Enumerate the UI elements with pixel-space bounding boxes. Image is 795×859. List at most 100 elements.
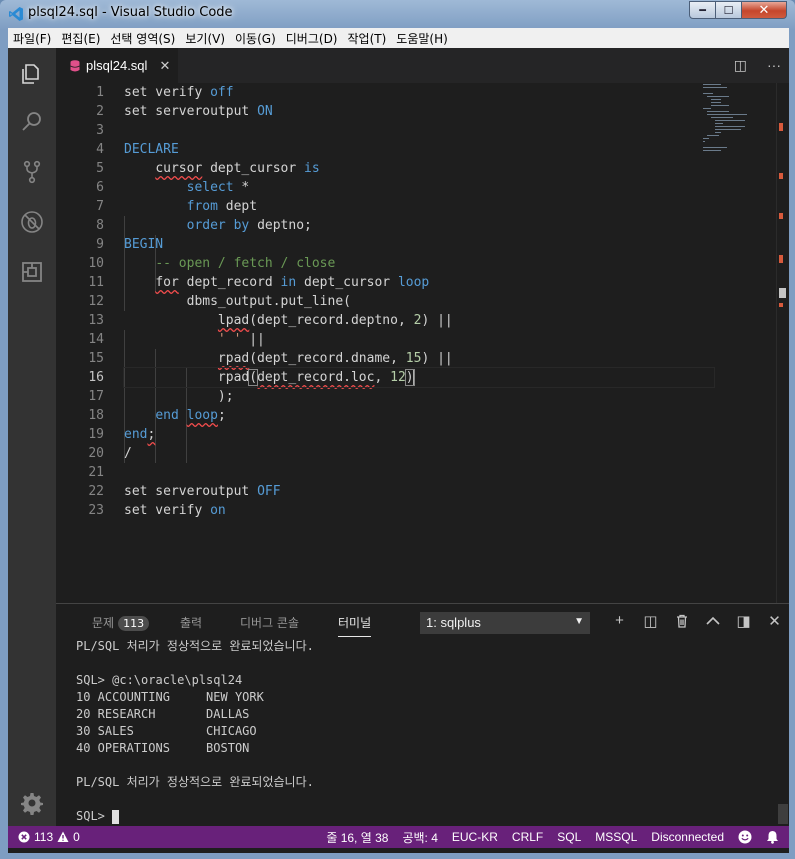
line-number: 8 [96,218,104,233]
maximize-button[interactable]: ☐ [716,1,742,19]
connection-status[interactable]: Disconnected [651,830,724,844]
title-bar[interactable]: plsql24.sql - Visual Studio Code ━ ☐ ✕ [0,0,795,28]
database-file-icon [70,59,80,71]
error-icon [18,831,30,843]
feedback-smiley-icon[interactable] [738,830,752,845]
problems-status[interactable]: 113 0 [8,830,80,844]
text-cursor [412,370,415,385]
tab-close-icon[interactable]: ✕ [159,58,170,74]
menu-go[interactable]: 이동(G) [230,30,281,47]
code-line: set verify on [124,503,226,518]
code-line: end; [124,427,156,442]
editor-tabs-bar: plsql24.sql ✕ ◫ ··· [56,48,789,83]
toggle-panel-icon[interactable]: ◨ [728,612,759,630]
line-number: 6 [96,180,104,195]
debug-icon[interactable] [20,210,44,234]
code-line: order by deptno; [186,218,312,233]
menu-view[interactable]: 보기(V) [180,30,230,47]
error-count: 113 [34,830,54,844]
terminal-line: 10 ACCOUNTING NEW YORK [76,690,264,704]
code-line: from dept [186,199,258,214]
split-terminal-icon[interactable]: ◫ [635,612,666,630]
line-number: 22 [88,484,104,499]
settings-gear-icon[interactable] [20,792,44,816]
code-line: BEGIN [124,237,164,252]
line-number: 17 [88,389,104,404]
tab-problems[interactable]: 문제 113 [92,614,150,631]
menu-help[interactable]: 도움말(H) [391,30,453,47]
tab-output[interactable]: 출력 [180,614,202,631]
terminal-line: 20 RESEARCH DALLAS [76,707,250,721]
bottom-panel: 문제 113 출력 디버그 콘솔 터미널 1: sqlplus ▼ + ◫ ◨ … [56,603,789,826]
notifications-bell-icon[interactable] [766,830,779,845]
line-number: 4 [96,142,104,157]
maximize-panel-icon[interactable] [697,612,728,630]
menu-debug[interactable]: 디버그(D) [281,30,343,47]
menu-tasks[interactable]: 작업(T) [343,30,392,47]
cursor-position[interactable]: 줄 16, 열 38 [326,829,388,846]
code-editor[interactable]: 1 2 3 4 5 6 7 8 9 10 11 12 13 14 15 16 1… [56,83,789,603]
line-number: 19 [88,427,104,442]
terminal-cursor [112,809,120,824]
more-actions-icon[interactable]: ··· [767,57,781,74]
split-editor-icon[interactable]: ◫ [734,57,747,74]
code-line: set verify off [124,85,234,100]
trash-icon[interactable] [666,612,697,630]
search-icon[interactable] [20,110,44,134]
vscode-workbench: plsql24.sql ✕ ◫ ··· 1 2 3 4 5 6 7 8 9 10… [8,48,789,853]
terminal-select[interactable]: 1: sqlplus ▼ [420,612,590,634]
explorer-icon[interactable] [20,62,44,86]
code-line: -- open / fetch / close [155,256,336,271]
terminal-line: 30 SALES CHICAGO [76,724,257,738]
status-bar: 113 0 줄 16, 열 38 공백: 4 EUC-KR CRLF SQL M… [8,826,789,848]
line-number: 1 [96,85,104,100]
tab-terminal[interactable]: 터미널 [338,614,372,637]
line-number: 14 [88,332,104,347]
new-terminal-icon[interactable]: + [604,612,635,630]
end-of-line[interactable]: CRLF [512,830,543,844]
minimize-button[interactable]: ━ [689,1,716,19]
tab-debug-console[interactable]: 디버그 콘솔 [240,614,299,631]
menu-file[interactable]: 파일(F) [8,30,56,47]
terminal-prompt-line: SQL> [76,808,766,825]
problems-count-badge: 113 [118,616,150,631]
menu-edit[interactable]: 편집(E) [56,30,105,47]
code-lines: set verify off set serveroutput ON DECLA… [123,83,715,520]
terminal-line: SQL> @c:\oracle\plsql24 [76,673,243,687]
line-number: 9 [96,237,104,252]
code-line: set serveroutput ON [124,104,273,119]
indentation[interactable]: 공백: 4 [402,829,437,846]
terminal-output[interactable]: PL/SQL 처리가 정상적으로 완료되었습니다. SQL> @c:\oracl… [76,638,766,825]
line-number-active: 16 [88,370,104,385]
extensions-icon[interactable] [20,260,44,284]
code-line: end loop; [155,408,226,423]
code-line: rpad(dept_record.dname, 15) || [217,351,453,366]
terminal-scrollbar[interactable] [778,804,788,824]
encoding[interactable]: EUC-KR [452,830,498,844]
editor-vertical-scrollbar[interactable] [776,83,789,603]
menu-selection[interactable]: 선택 영역(S) [105,30,180,47]
close-window-button[interactable]: ✕ [742,1,787,19]
language-mode[interactable]: SQL [557,830,581,844]
tab-plsql24[interactable]: plsql24.sql ✕ [56,48,178,83]
close-panel-icon[interactable]: ✕ [759,612,789,630]
line-number: 12 [88,294,104,309]
warning-count: 0 [73,830,80,844]
code-line: set serveroutput OFF [124,484,281,499]
source-control-icon[interactable] [20,160,44,184]
minimap[interactable] [701,83,781,603]
code-line: ' ' || [217,332,265,347]
code-line: cursor dept_cursor is [155,161,320,176]
line-number: 20 [88,446,104,461]
line-number-gutter: 1 2 3 4 5 6 7 8 9 10 11 12 13 14 15 16 1… [56,83,108,520]
code-line: for dept_record in dept_cursor loop [155,275,430,290]
line-number: 23 [88,503,104,518]
line-number: 21 [88,465,104,480]
sql-dialect[interactable]: MSSQL [595,830,637,844]
line-number: 5 [96,161,104,176]
code-line: DECLARE [124,142,179,157]
line-number: 2 [96,104,104,119]
